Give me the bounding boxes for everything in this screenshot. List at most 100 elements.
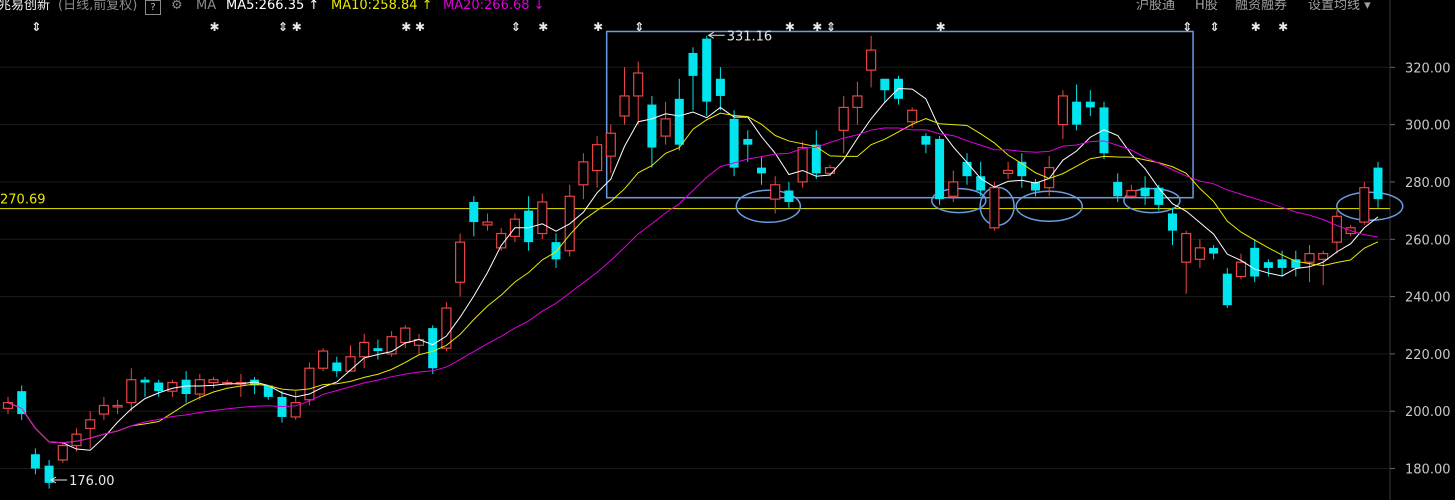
candle-body-down: [1099, 107, 1109, 154]
candlestick-chart[interactable]: 180.00 200.00 220.00 240.00 260.00 280.00 300.…: [0, 0, 1455, 500]
candle[interactable]: [838, 95, 849, 154]
candle[interactable]: [482, 213, 493, 231]
candle[interactable]: [441, 302, 452, 352]
candle[interactable]: [1373, 161, 1383, 208]
candle[interactable]: [17, 385, 27, 420]
candle[interactable]: [537, 193, 548, 240]
news-marker-icon[interactable]: ✱: [292, 20, 302, 34]
candle[interactable]: [784, 181, 794, 208]
info-marker-icon[interactable]: ⇕: [826, 20, 836, 34]
candle[interactable]: [250, 376, 260, 395]
candle[interactable]: [1222, 267, 1232, 309]
candle-body-up: [1235, 261, 1247, 278]
candle[interactable]: [373, 339, 383, 360]
candle[interactable]: [1085, 90, 1095, 117]
news-marker-icon[interactable]: ✱: [785, 20, 795, 34]
candle[interactable]: [1044, 156, 1055, 197]
candle[interactable]: [757, 156, 766, 185]
candle-body-up: [1126, 189, 1137, 197]
candle[interactable]: [469, 196, 479, 237]
candle[interactable]: [455, 233, 466, 297]
news-marker-icon[interactable]: ✱: [415, 20, 425, 34]
candle[interactable]: [98, 396, 110, 420]
candle[interactable]: [413, 333, 425, 354]
candle[interactable]: [619, 67, 630, 125]
candle[interactable]: [1359, 181, 1370, 225]
candle[interactable]: [935, 136, 945, 205]
info-marker-icon[interactable]: ⇕: [634, 20, 644, 34]
candle[interactable]: [865, 35, 877, 88]
candle-body-up: [1057, 95, 1069, 126]
candles[interactable]: [2, 35, 1383, 489]
info-marker-icon[interactable]: ⇕: [1182, 20, 1192, 34]
candle[interactable]: [524, 196, 534, 251]
candle[interactable]: [1072, 84, 1082, 131]
candle[interactable]: [1099, 101, 1109, 160]
news-marker-icon[interactable]: ✱: [538, 20, 548, 34]
candle-body-up: [838, 106, 849, 131]
candle[interactable]: [1181, 230, 1192, 294]
candle-body-up: [1002, 169, 1014, 174]
candle[interactable]: [578, 153, 589, 200]
candle[interactable]: [85, 411, 96, 449]
candle[interactable]: [332, 356, 342, 377]
candle[interactable]: [702, 35, 712, 117]
candle-body-down: [1168, 213, 1177, 231]
candle[interactable]: [30, 448, 40, 475]
info-marker-icon[interactable]: ⇕: [1210, 20, 1220, 34]
candle[interactable]: [1250, 239, 1260, 283]
candle[interactable]: [660, 101, 671, 145]
candle[interactable]: [647, 95, 657, 168]
candle-body-down: [702, 38, 712, 102]
news-marker-icon[interactable]: ✱: [936, 20, 946, 34]
candle[interactable]: [729, 110, 739, 177]
candle[interactable]: [126, 368, 137, 412]
news-marker-icon[interactable]: ✱: [401, 20, 411, 34]
candle[interactable]: [989, 181, 1000, 231]
info-marker-icon[interactable]: ⇕: [278, 20, 288, 34]
news-marker-icon[interactable]: ✱: [812, 20, 822, 34]
news-marker-icon[interactable]: ✱: [1278, 20, 1288, 34]
candle[interactable]: [605, 124, 616, 174]
candle-body-down: [469, 201, 479, 223]
candle[interactable]: [852, 81, 863, 125]
candle[interactable]: [880, 78, 890, 102]
candle[interactable]: [591, 136, 603, 188]
candle[interactable]: [1002, 161, 1014, 180]
news-marker-icon[interactable]: ✱: [593, 20, 603, 34]
candle[interactable]: [633, 61, 644, 125]
candle[interactable]: [1017, 153, 1027, 188]
candle[interactable]: [743, 130, 753, 162]
candle-body-up: [591, 144, 603, 172]
candle[interactable]: [208, 376, 219, 389]
candle[interactable]: [1291, 250, 1301, 277]
high-price-label: 331.16: [727, 29, 773, 44]
candle[interactable]: [112, 399, 123, 415]
candle[interactable]: [359, 333, 370, 369]
info-marker-icon[interactable]: ⇕: [31, 20, 41, 34]
candle[interactable]: [811, 130, 821, 180]
candle[interactable]: [57, 442, 68, 463]
info-marker-icon[interactable]: ⇕: [511, 20, 521, 34]
candle[interactable]: [1209, 244, 1219, 260]
candle[interactable]: [921, 133, 931, 154]
news-marker-icon[interactable]: ✱: [1251, 20, 1261, 34]
candle[interactable]: [1194, 239, 1206, 268]
candle[interactable]: [962, 153, 972, 185]
candle[interactable]: [688, 47, 698, 111]
news-marker-icon[interactable]: ✱: [210, 20, 220, 34]
candle[interactable]: [551, 233, 561, 268]
candle[interactable]: [1318, 250, 1329, 286]
candle[interactable]: [318, 348, 329, 372]
candle[interactable]: [894, 75, 903, 105]
candle[interactable]: [1140, 176, 1150, 205]
candle[interactable]: [1057, 90, 1069, 139]
candle[interactable]: [1331, 210, 1343, 254]
candle-body-down: [1263, 262, 1273, 268]
candle[interactable]: [140, 376, 150, 397]
candle[interactable]: [715, 67, 725, 111]
candle[interactable]: [44, 459, 54, 489]
candle[interactable]: [496, 227, 507, 251]
candle[interactable]: [1235, 253, 1247, 280]
candle[interactable]: [386, 330, 397, 357]
